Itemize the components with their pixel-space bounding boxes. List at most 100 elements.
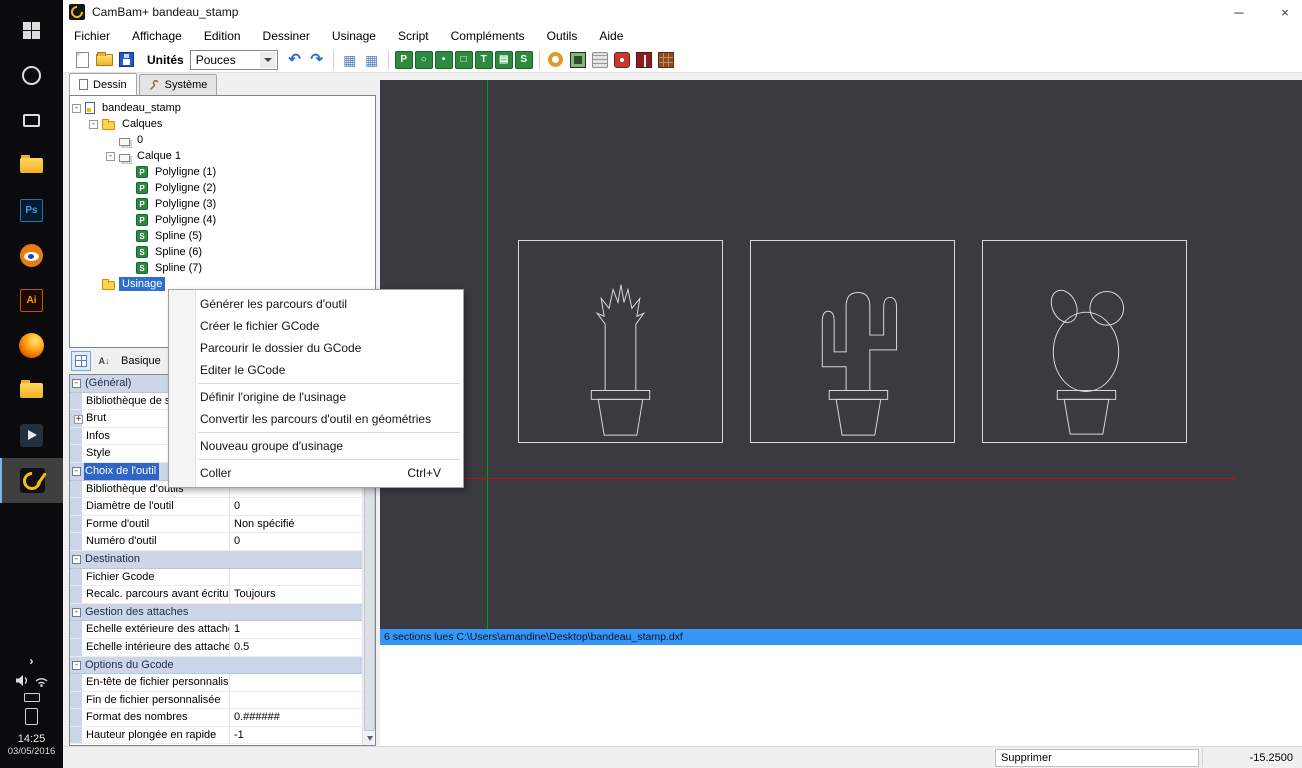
menubar-item[interactable]: Compléments	[440, 26, 536, 46]
tree-node[interactable]: SSpline (7)	[70, 260, 375, 276]
text-tool-icon[interactable]: T	[475, 51, 493, 69]
context-menu-item[interactable]: CollerCtrl+V	[169, 462, 463, 484]
touch-keyboard-button[interactable]	[0, 693, 63, 702]
circle-tool-icon[interactable]: ○	[415, 51, 433, 69]
property-row[interactable]: Fin de fichier personnalisée	[70, 692, 362, 710]
redo-icon[interactable]: ↷	[307, 50, 327, 70]
point-tool-icon[interactable]: •	[435, 51, 453, 69]
property-row[interactable]: Format des nombres0.######	[70, 709, 362, 727]
polyline-tool-icon[interactable]: P	[395, 51, 413, 69]
context-menu-item[interactable]: Parcourir le dossier du GCode	[169, 337, 463, 359]
tree-node[interactable]: PPolyligne (1)	[70, 164, 375, 180]
task-view-icon[interactable]	[0, 98, 63, 143]
photoshop-icon[interactable]: Ps	[0, 188, 63, 233]
drill-icon[interactable]	[612, 50, 632, 70]
surface-tool-icon[interactable]: ▤	[495, 51, 513, 69]
stamp-cactus-saguaro[interactable]	[750, 240, 955, 443]
spline-tool-icon[interactable]: S	[515, 51, 533, 69]
tab-systeme[interactable]: Système	[139, 74, 218, 95]
tree-expander[interactable]: -	[72, 104, 81, 113]
menubar-item[interactable]: Usinage	[321, 26, 387, 46]
categorized-view-button[interactable]	[71, 351, 91, 371]
hidden-icons-chevron[interactable]: ›	[0, 654, 63, 668]
tree-node[interactable]: PPolyligne (3)	[70, 196, 375, 212]
log-message-selected[interactable]: 6 sections lues C:\Users\amandine\Deskto…	[380, 629, 1302, 645]
property-value[interactable]: 0.######	[230, 709, 362, 726]
alphabetical-sort-button[interactable]: A↓	[94, 351, 114, 371]
context-menu-item[interactable]: Définir l'origine de l'usinage	[169, 386, 463, 408]
units-select[interactable]: Pouces	[190, 50, 278, 70]
menubar-item[interactable]: Edition	[193, 26, 252, 46]
save-icon[interactable]	[116, 50, 136, 70]
menubar-item[interactable]: Affichage	[121, 26, 193, 46]
windows-start-icon[interactable]	[0, 8, 63, 53]
close-button[interactable]: ×	[1268, 0, 1302, 24]
property-row[interactable]: Echelle intérieure des attaches0.5	[70, 639, 362, 657]
tray-volume-network[interactable]	[0, 674, 63, 687]
property-value[interactable]: Toujours	[230, 586, 362, 603]
tab-dessin[interactable]: Dessin	[69, 73, 137, 95]
undo-icon[interactable]: ↶	[285, 50, 305, 70]
context-menu-item[interactable]: Editer le GCode	[169, 359, 463, 381]
menubar-item[interactable]: Fichier	[63, 26, 121, 46]
context-menu-item[interactable]: Nouveau groupe d'usinage	[169, 435, 463, 457]
taskbar-clock[interactable]: 14:25 03/05/2016	[8, 732, 56, 758]
media-app-icon[interactable]	[0, 413, 63, 458]
tree-expander[interactable]: -	[106, 152, 115, 161]
property-value[interactable]	[230, 692, 362, 709]
menubar-item[interactable]: Script	[387, 26, 440, 46]
property-row[interactable]: Numéro d'outil0	[70, 533, 362, 551]
collapse-icon[interactable]: -	[72, 379, 81, 388]
tree-node[interactable]: PPolyligne (4)	[70, 212, 375, 228]
menubar-item[interactable]: Aide	[588, 26, 634, 46]
lathe-icon[interactable]	[634, 50, 654, 70]
scroll-down-icon[interactable]	[363, 731, 376, 745]
collapse-icon[interactable]: -	[72, 661, 81, 670]
context-menu-item[interactable]: Générer les parcours d'outil	[169, 293, 463, 315]
properties-view-label[interactable]: Basique	[121, 355, 161, 367]
property-value[interactable]	[230, 569, 362, 586]
minimize-button[interactable]: ─	[1222, 0, 1256, 24]
tablet-mode-button[interactable]	[0, 708, 63, 725]
property-row[interactable]: Forme d'outilNon spécifié	[70, 516, 362, 534]
firefox-icon[interactable]	[0, 323, 63, 368]
illustrator-icon[interactable]: Ai	[0, 278, 63, 323]
tree-node[interactable]: PPolyligne (2)	[70, 180, 375, 196]
tree-node[interactable]: 0	[70, 132, 375, 148]
cortana-icon[interactable]	[0, 53, 63, 98]
expand-icon[interactable]: +	[74, 415, 83, 424]
collapse-icon[interactable]: -	[72, 467, 81, 476]
context-menu-item[interactable]: Créer le fichier GCode	[169, 315, 463, 337]
documents-folder-icon[interactable]	[0, 368, 63, 413]
property-value[interactable]: Non spécifié	[230, 516, 362, 533]
new-document-icon[interactable]	[72, 50, 92, 70]
property-value[interactable]: 1	[230, 621, 362, 638]
context-menu-item[interactable]: Convertir les parcours d'outil en géomét…	[169, 408, 463, 430]
surface-3d-icon[interactable]	[656, 50, 676, 70]
drawing-canvas[interactable]	[380, 80, 1302, 629]
category-row[interactable]: -Options du Gcode	[70, 657, 362, 675]
tree-node[interactable]: -bandeau_stamp	[70, 100, 375, 116]
collapse-icon[interactable]: -	[72, 608, 81, 617]
tree-node[interactable]: SSpline (5)	[70, 228, 375, 244]
menubar-item[interactable]: Dessiner	[252, 26, 321, 46]
stamp-cactus-columnar[interactable]	[518, 240, 723, 443]
file-explorer-icon[interactable]	[0, 143, 63, 188]
category-row[interactable]: -Gestion des attaches	[70, 604, 362, 622]
profile-icon[interactable]	[546, 50, 566, 70]
tree-node[interactable]: -Calques	[70, 116, 375, 132]
property-row[interactable]: Fichier Gcode	[70, 569, 362, 587]
blender-icon[interactable]	[0, 233, 63, 278]
tree-node[interactable]: SSpline (6)	[70, 244, 375, 260]
property-value[interactable]: 0.5	[230, 639, 362, 656]
tree-node[interactable]: -Calque 1	[70, 148, 375, 164]
menubar-item[interactable]: Outils	[536, 26, 589, 46]
property-value[interactable]	[230, 674, 362, 691]
snap-grid-icon[interactable]: ▦	[340, 50, 360, 70]
property-row[interactable]: Hauteur plongée en rapide-1	[70, 727, 362, 745]
cambam-icon[interactable]	[0, 458, 63, 503]
property-row[interactable]: Recalc. parcours avant écritureToujours	[70, 586, 362, 604]
show-grid-icon[interactable]: ▦	[362, 50, 382, 70]
tree-expander[interactable]: -	[89, 120, 98, 129]
open-folder-icon[interactable]	[94, 50, 114, 70]
